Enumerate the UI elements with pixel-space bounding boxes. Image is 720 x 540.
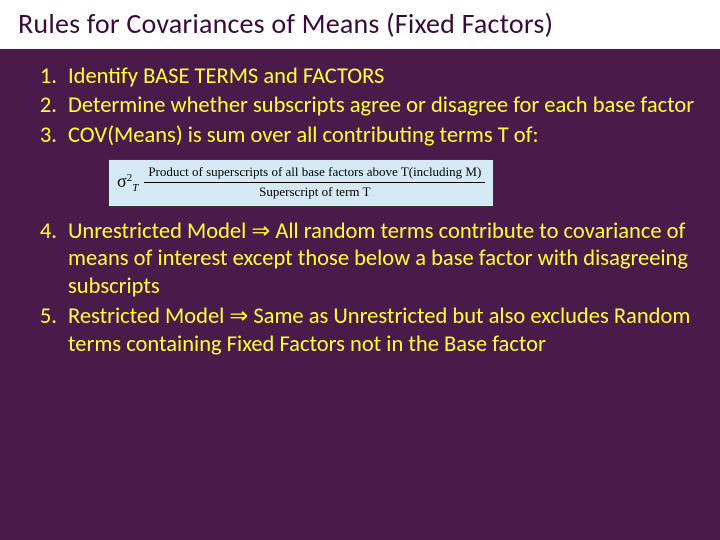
item-text-prefix: Unrestricted Model [68, 218, 251, 245]
slide: Rules for Covariances of Means (Fixed Fa… [0, 0, 720, 540]
list-item: Determine whether subscripts agree or di… [62, 92, 696, 119]
list-item: Restricted Model ⇒ Same as Unrestricted … [62, 302, 696, 358]
implies-icon: ⇒ [229, 303, 248, 328]
item-text: COV(Means) is sum over all contributing … [68, 122, 539, 149]
fraction-denominator: Superscript of term T [255, 183, 374, 200]
formula-box: σ2T Product of superscripts of all base … [108, 159, 494, 207]
sigma-sub: T [132, 182, 138, 194]
sigma-symbol: σ2T [117, 171, 144, 193]
implies-icon: ⇒ [251, 218, 270, 243]
formula-row: σ2T Product of superscripts of all base … [117, 164, 485, 200]
sigma-char: σ [117, 171, 127, 191]
formula-block: σ2T Product of superscripts of all base … [108, 159, 696, 207]
fraction: Product of superscripts of all base fact… [144, 164, 485, 200]
list-item: Unrestricted Model ⇒ All random terms co… [62, 217, 696, 300]
list-item: COV(Means) is sum over all contributing … [62, 122, 696, 207]
fraction-numerator: Product of superscripts of all base fact… [144, 164, 485, 181]
list-item: Identify BASE TERMS and FACTORS [62, 63, 696, 90]
slide-title: Rules for Covariances of Means (Fixed Fa… [18, 6, 710, 41]
item-text-prefix: Restricted Model [68, 303, 229, 330]
rules-list: Identify BASE TERMS and FACTORS Determin… [0, 63, 720, 358]
title-band: Rules for Covariances of Means (Fixed Fa… [0, 0, 720, 49]
